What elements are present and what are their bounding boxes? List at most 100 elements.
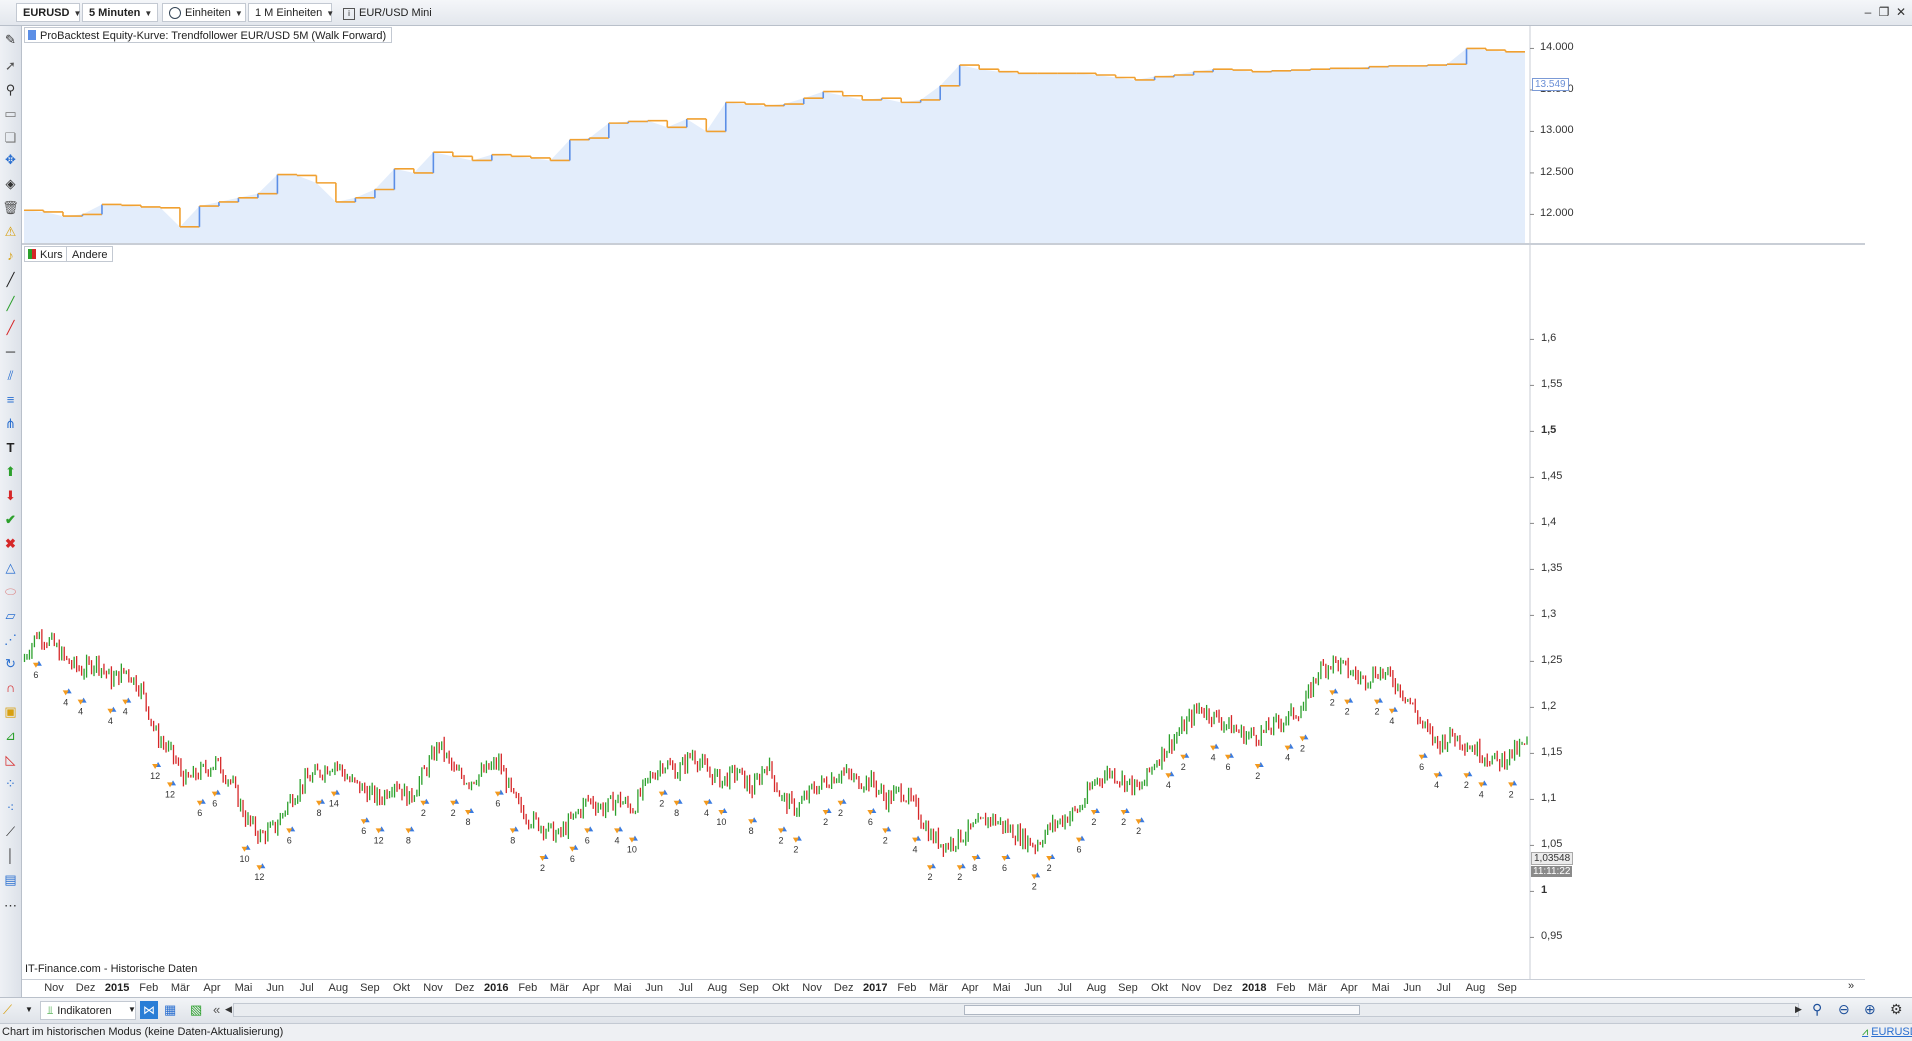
xaxis-month-label: Aug	[707, 982, 728, 994]
legend-kurs[interactable]: Kurs	[24, 246, 69, 262]
zoom-in-icon[interactable]: ⊕	[1864, 1001, 1876, 1018]
pen-icon[interactable]: ✎	[1, 30, 20, 49]
elliott-icon[interactable]: ⁖	[1, 798, 20, 817]
arc-icon[interactable]: ↻	[1, 654, 20, 673]
screen-icon[interactable]: ▤	[1, 870, 20, 889]
line-icon[interactable]: ╱	[1, 270, 20, 289]
trade-label: 2	[659, 799, 664, 809]
move-icon[interactable]: ✥	[1, 150, 20, 169]
symbol-link[interactable]: ⩘EURUSD	[1862, 1024, 1912, 1041]
triangle-icon[interactable]: △	[1, 558, 20, 577]
xaxis-year-label: 2015	[104, 982, 130, 994]
chevron-down-icon[interactable]: ▼	[25, 1005, 33, 1014]
minimize-icon[interactable]: –	[1860, 4, 1876, 20]
trade-label: 4	[78, 707, 83, 717]
rectangle-icon[interactable]: ▱	[1, 606, 20, 625]
indicators-button[interactable]: ⫫ Indikatoren	[40, 1001, 136, 1020]
price-ytick-label: 1,25	[1541, 654, 1563, 667]
trade-label: 14	[329, 799, 339, 809]
equity-last-value: 13.549	[1532, 77, 1569, 91]
gann-fan-icon[interactable]: ⊿	[1, 726, 20, 745]
symbol-label: EURUSD	[23, 7, 70, 19]
window-icon[interactable]: ▦	[164, 1002, 176, 1018]
watermark: IT-Finance.com - Historische Daten	[25, 963, 198, 975]
zoom-fit-icon[interactable]: ⚲	[1812, 1001, 1822, 1018]
legend-andere[interactable]: Andere	[66, 246, 114, 262]
xaxis-month-label: Mär	[549, 982, 569, 994]
price-ytick-label: 1,35	[1541, 562, 1563, 575]
fib-icon[interactable]: ≡	[1, 390, 20, 409]
lock-icon[interactable]: ▣	[1, 702, 20, 721]
xaxis-month-label: Mai	[1371, 982, 1390, 994]
magnet-icon[interactable]: ∩	[1, 678, 20, 697]
export-icon[interactable]: ▧	[190, 1002, 202, 1018]
chart-type-icon[interactable]: ⟋	[3, 1002, 12, 1018]
trade-label: 8	[317, 808, 322, 818]
ruler-icon[interactable]: ▭	[1, 104, 20, 123]
sell-arrow-icon[interactable]: ⬇	[1, 486, 20, 505]
node-line-icon[interactable]: ⟋	[1, 822, 20, 841]
cursor-icon[interactable]: ➚	[1, 56, 20, 75]
chevron-down-icon[interactable]: ▼	[128, 1005, 136, 1014]
cross-icon[interactable]: ✖	[1, 534, 20, 553]
scroll-right-arrow-icon[interactable]: ▶	[1795, 1004, 1802, 1015]
more-icon[interactable]: ⋯	[1, 896, 20, 915]
price-ytick-label: 1,15	[1541, 746, 1563, 759]
scrollbar-thumb[interactable]	[964, 1005, 1360, 1015]
xaxis-month-label: Okt	[771, 982, 790, 994]
timeframe-select[interactable]: 5 Minuten ▼	[82, 3, 158, 22]
xaxis-year-label: 2018	[1242, 982, 1267, 994]
text-icon[interactable]: T	[1, 438, 20, 457]
xaxis-month-label: Apr	[203, 982, 221, 994]
polyline-icon[interactable]: ⋰	[1, 630, 20, 649]
equity-legend-label: ProBacktest Equity-Kurve: Trendfollower …	[40, 30, 387, 42]
time-axis[interactable]: Nov Dez 2015 Feb Mär Apr Mai Jun Jul Aug Sep Okt Nov…	[22, 979, 1865, 998]
ellipse-icon[interactable]: ⬭	[1, 582, 20, 601]
hline-icon[interactable]: ─	[1, 342, 20, 361]
trade-label: 6	[33, 670, 38, 680]
legend-swatch	[28, 249, 36, 259]
close-icon[interactable]: ✕	[1893, 4, 1909, 20]
vline-icon[interactable]: │	[1, 846, 20, 865]
copy-icon[interactable]: ❏	[1, 128, 20, 147]
symbol-select[interactable]: EURUSD ▼	[16, 3, 81, 22]
red-line-icon[interactable]: ╱	[1, 318, 20, 337]
price-ytick-label: 1,6	[1541, 332, 1557, 345]
trash-icon[interactable]: 🗑	[1, 198, 20, 217]
alert-icon[interactable]: ⚠	[1, 222, 20, 241]
trade-label: 4	[1211, 753, 1216, 763]
trade-label: 4	[913, 845, 918, 855]
green-line-icon[interactable]: ╱	[1, 294, 20, 313]
check-icon[interactable]: ✔	[1, 510, 20, 529]
chevron-down-icon: ▼	[326, 9, 335, 18]
wave-icon[interactable]: ⁘	[1, 774, 20, 793]
restore-icon[interactable]: ❐	[1876, 4, 1892, 20]
trade-label: 2	[1047, 863, 1052, 873]
zoom-icon[interactable]: ⚲	[1, 80, 20, 99]
channel-icon[interactable]: ⫽	[1, 366, 20, 385]
zoom-out-icon[interactable]: ⊖	[1838, 1001, 1850, 1018]
scroll-left-icon[interactable]: ◀	[225, 1004, 232, 1015]
legend-kurs-label: Kurs	[40, 249, 63, 261]
buy-arrow-icon[interactable]: ⬆	[1, 462, 20, 481]
horizontal-scrollbar[interactable]	[233, 1003, 1799, 1017]
bell-icon[interactable]: ♪	[1, 246, 20, 265]
erase-icon[interactable]: ◈	[1, 174, 20, 193]
scroll-right-icon[interactable]: »	[1848, 980, 1854, 992]
trade-label: 8	[466, 817, 471, 827]
pitchfork-icon[interactable]: ⋔	[1, 414, 20, 433]
trade-label: 2	[1091, 817, 1096, 827]
trade-label: 4	[615, 835, 620, 845]
trade-label: 6	[197, 808, 202, 818]
settings-icon[interactable]: ⚙	[1890, 1001, 1903, 1018]
units-select[interactable]: Einheiten ▼	[162, 3, 246, 22]
scroll-start-icon[interactable]: «	[213, 1002, 220, 1017]
xaxis-month-label: Mai	[613, 982, 632, 994]
units-count-select[interactable]: 1 M Einheiten ▼	[248, 3, 335, 22]
trade-label: 2	[823, 817, 828, 827]
fan-icon[interactable]: ◺	[1, 750, 20, 769]
share-icon[interactable]: ⋈	[140, 1001, 158, 1019]
instrument-info[interactable]: i EUR/USD Mini	[336, 3, 432, 22]
xaxis-month-label: Jul	[1436, 982, 1451, 994]
trade-label: 2	[793, 845, 798, 855]
